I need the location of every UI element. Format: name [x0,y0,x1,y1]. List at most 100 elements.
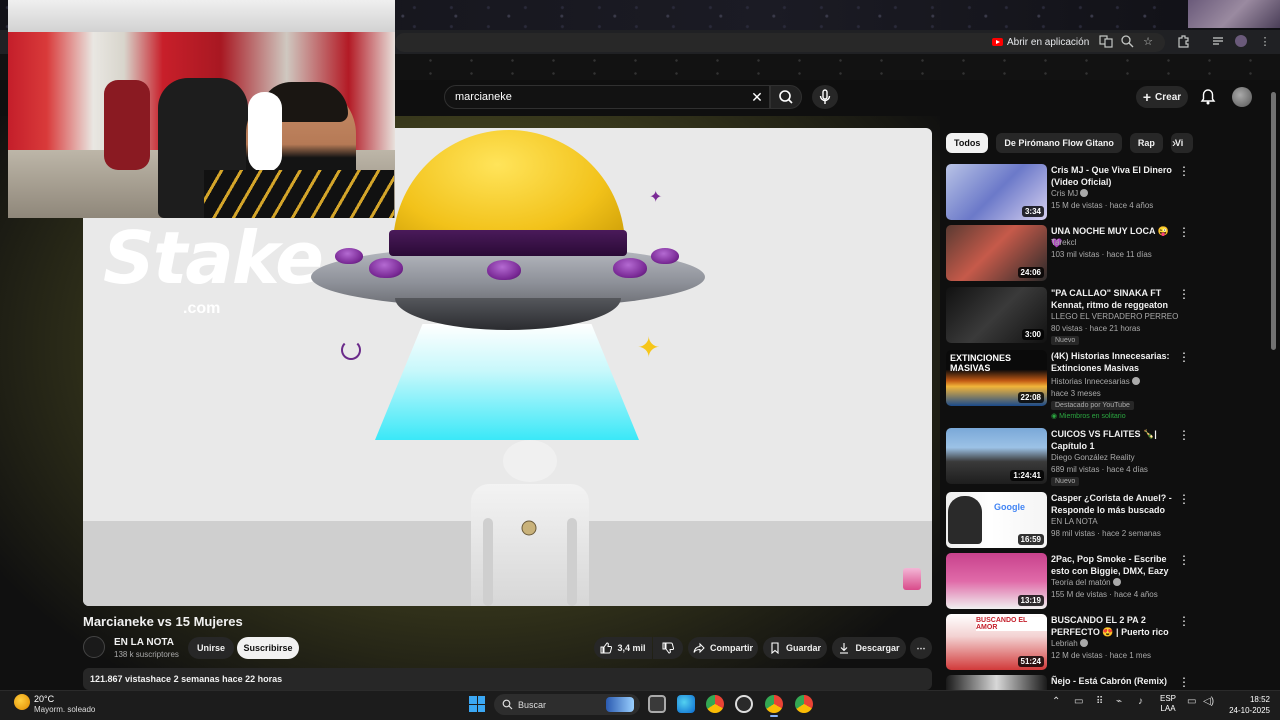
chrome-profile-icon[interactable] [795,695,813,713]
video-thumbnail[interactable]: 3:00 [946,287,1047,343]
more-vertical-icon[interactable]: ⋮ [1178,492,1190,506]
task-view-icon[interactable] [648,695,666,713]
rec-title[interactable]: CUICOS VS FLAITES 🍾| Capítulo 1 [1051,428,1173,452]
channel-name[interactable]: EN LA NOTA [114,637,174,648]
video-thumbnail[interactable]: 1:24:41 [946,428,1047,484]
voice-search-button[interactable] [812,85,838,109]
dislike-button[interactable] [653,637,683,659]
video-thumbnail[interactable]: 13:19 [946,553,1047,609]
tray-grid-icon[interactable]: ⠿ [1096,696,1103,707]
video-thumbnail[interactable]: Google 16:59 [946,492,1047,548]
rec-title[interactable]: Cris MJ - Que Viva El Dinero (Video Ofic… [1051,164,1173,188]
windows-taskbar [0,690,1280,720]
recommendation-item[interactable]: 13:19 2Pac, Pop Smoke - Escribe esto con… [946,553,1192,609]
rec-channel[interactable]: Tarekcl [1051,238,1076,247]
chevron-right-icon[interactable]: › [1166,135,1182,151]
more-vertical-icon[interactable]: ⋮ [1178,675,1190,689]
channel-watermark[interactable] [903,568,921,590]
recommendation-item[interactable]: 3:34 Cris MJ - Que Viva El Dinero (Video… [946,164,1192,220]
rec-channel[interactable]: Teoría del matón [1051,578,1121,587]
share-button[interactable]: Compartir [688,637,758,659]
rec-title[interactable]: "PA CALLAO" SINAKA FT Kennat, ritmo de r… [1051,287,1173,311]
rec-title[interactable]: BUSCANDO EL 2 PA 2 PERFECTO 😍 | Puerto r… [1051,614,1173,638]
weather-sun-icon[interactable] [14,694,30,710]
app-icon[interactable] [735,695,753,713]
volume-icon[interactable]: ◁) [1203,696,1214,707]
notifications-bell-icon[interactable] [1199,88,1217,106]
recommendation-item[interactable]: Ñejo - Está Cabrón (Remix) ⋮ [946,675,1192,690]
rec-title[interactable]: 2Pac, Pop Smoke - Escribe esto con Biggi… [1051,553,1173,577]
more-vertical-icon[interactable]: ⋮ [1178,350,1190,364]
chip-rap[interactable]: Rap [1129,133,1163,153]
ufo-light [369,258,403,278]
reading-list-icon[interactable] [1210,34,1226,50]
rec-channel[interactable]: Lebriah [1051,639,1088,648]
rec-title[interactable]: Ñejo - Está Cabrón (Remix) [1051,675,1173,687]
search-input[interactable]: marcianeke [444,85,770,109]
more-vertical-icon[interactable]: ⋮ [1178,164,1190,178]
channel-avatar[interactable] [83,636,105,658]
thumbnail-text: Google [994,502,1025,512]
translate-icon[interactable] [1098,34,1114,50]
tab-preview-thumbnail[interactable] [1188,0,1280,28]
search-button[interactable] [770,85,802,109]
system-clock[interactable]: 18:52 24-10-2025 [1222,694,1270,716]
clear-search-icon[interactable]: ✕ [748,87,766,107]
language-indicator[interactable]: ESP LAA [1160,694,1176,714]
microphone-tray-icon[interactable]: ♪ [1138,696,1143,707]
extensions-icon[interactable] [1175,34,1191,50]
tray-app-icon[interactable]: ▭ [1074,696,1083,707]
subscribe-button[interactable]: Suscribirse [237,637,299,659]
browser-menu-icon[interactable]: ⋮ [1257,34,1273,50]
rec-channel[interactable]: Cris MJ [1051,189,1089,198]
bookmark-star-icon[interactable]: ☆ [1140,34,1156,50]
more-vertical-icon[interactable]: ⋮ [1178,428,1190,442]
windows-start-icon[interactable] [469,696,485,712]
edge-icon[interactable] [677,695,695,713]
recommendation-item[interactable]: 24:06 UNA NOCHE MUY LOCA 😜💜 Tarekcl 103 … [946,225,1192,281]
video-thumbnail[interactable]: 3:34 [946,164,1047,220]
tray-network-icon[interactable]: ⌁ [1116,696,1122,707]
recommendation-item[interactable]: 3:00 "PA CALLAO" SINAKA FT Kennat, ritmo… [946,287,1192,345]
download-button[interactable]: Descargar [832,637,906,659]
chrome-active-icon[interactable] [765,695,783,717]
recommendation-item[interactable]: 1:24:41 CUICOS VS FLAITES 🍾| Capítulo 1 … [946,428,1192,486]
more-vertical-icon[interactable]: ⋮ [1178,287,1190,301]
chevron-up-icon[interactable]: ⌃ [1052,696,1060,707]
weather-description[interactable]: Mayorm. soleado [34,705,95,714]
open-in-app-button[interactable]: Abrir en aplicación [992,34,1089,50]
video-thumbnail[interactable] [946,675,1047,690]
taskbar-search[interactable]: Buscar [494,694,640,715]
like-button[interactable]: 3,4 mil [594,637,652,659]
recommendation-item[interactable]: BUSCANDO EL AMOR 51:24 BUSCANDO EL 2 PA … [946,614,1192,670]
rec-title[interactable]: Casper ¿Corista de Anuel? - Responde lo … [1051,492,1173,516]
page-scrollbar[interactable] [1271,92,1276,350]
rec-channel[interactable]: EN LA NOTA [1051,517,1098,526]
chip-de-piromano[interactable]: De Pirómano Flow Gitano [996,133,1122,153]
rec-channel[interactable]: Diego González Reality [1051,453,1135,462]
video-thumbnail[interactable]: 24:06 [946,225,1047,281]
profile-icon[interactable] [1233,34,1249,50]
display-icon[interactable]: ▭ [1187,696,1196,707]
recommendation-item[interactable]: Google 16:59 Casper ¿Corista de Anuel? -… [946,492,1192,548]
weather-temperature[interactable]: 20°C [34,694,54,704]
more-vertical-icon[interactable]: ⋮ [1178,225,1190,239]
chrome-icon[interactable] [706,695,724,713]
description-box[interactable]: 121.867 vistashace 2 semanas hace 22 hor… [83,668,932,690]
more-actions-button[interactable]: ⋯ [910,637,932,659]
recommendation-item[interactable]: EXTINCIONES MASIVAS 22:08 (4K) Historias… [946,350,1192,420]
video-thumbnail[interactable]: BUSCANDO EL AMOR 51:24 [946,614,1047,670]
create-button[interactable]: + Crear [1136,86,1188,108]
join-button[interactable]: Unirse [188,637,234,659]
download-icon [840,643,849,654]
more-vertical-icon[interactable]: ⋮ [1178,553,1190,567]
video-thumbnail[interactable]: EXTINCIONES MASIVAS 22:08 [946,350,1047,406]
rec-title[interactable]: (4K) Historias Innecesarias: Extinciones… [1051,350,1173,374]
zoom-icon[interactable] [1119,34,1135,50]
account-avatar[interactable] [1232,87,1252,107]
rec-channel[interactable]: Historias Innecesarias [1051,377,1140,386]
save-button[interactable]: Guardar [763,637,827,659]
chip-todos[interactable]: Todos [946,133,989,153]
more-vertical-icon[interactable]: ⋮ [1178,614,1190,628]
rec-channel[interactable]: LLEGO EL VERDADERO PERREO [1051,312,1178,321]
